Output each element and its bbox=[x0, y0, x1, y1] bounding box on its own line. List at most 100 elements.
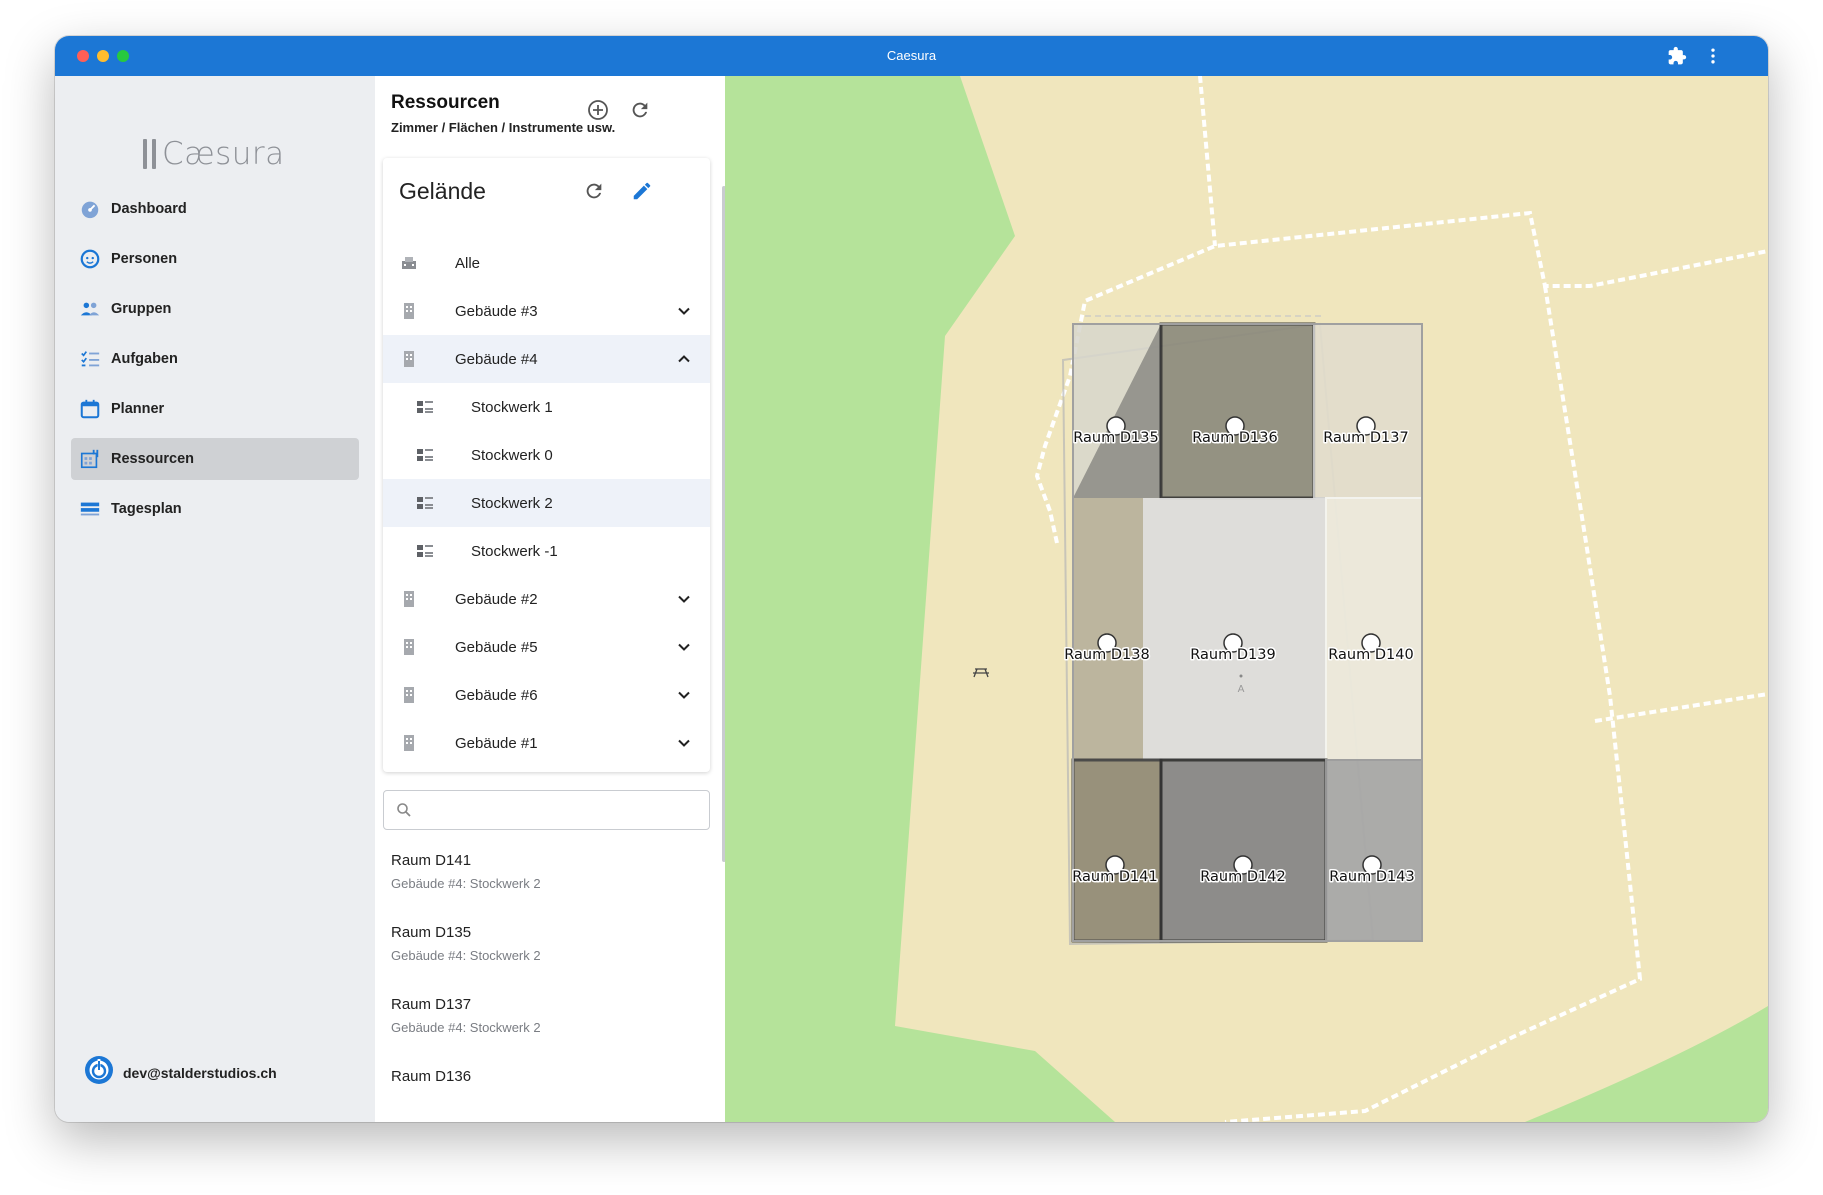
card-title: Gelände bbox=[399, 178, 486, 204]
app-logo: Cæsura bbox=[143, 134, 285, 174]
building-icon bbox=[399, 733, 419, 753]
floor-icon bbox=[415, 541, 435, 561]
tree-item-label: Gebäude #3 bbox=[455, 302, 538, 320]
card-refresh-button[interactable] bbox=[581, 178, 607, 204]
sidebar-item-aufgaben[interactable]: Aufgaben bbox=[71, 338, 359, 380]
sidebar-nav: Dashboard Personen Gruppen Aufgaben Plan… bbox=[71, 188, 359, 538]
tree-item-stockwerk-0[interactable]: Stockwerk 0 bbox=[383, 431, 710, 479]
room-label-d137: Raum D137 bbox=[1323, 430, 1408, 446]
chevron-down-icon[interactable] bbox=[674, 733, 694, 753]
sidebar-item-personen[interactable]: Personen bbox=[71, 238, 359, 280]
more-vert-icon[interactable] bbox=[1703, 46, 1723, 66]
tree-item-label: Alle bbox=[455, 254, 481, 272]
room-label-d143: Raum D143 bbox=[1329, 869, 1414, 885]
list-item-subtitle: Gebäude #4: Stockwerk 2 bbox=[391, 876, 541, 891]
person-icon bbox=[79, 248, 101, 270]
sidebar-item-gruppen[interactable]: Gruppen bbox=[71, 288, 359, 330]
site-card: Gelände Alle Gebäude #3 Gebäude #4 Stock… bbox=[383, 158, 710, 772]
building-icon bbox=[399, 637, 419, 657]
room-label-d139: Raum D139 bbox=[1190, 647, 1275, 663]
sidebar-item-label: Gruppen bbox=[111, 301, 172, 317]
chevron-up-icon[interactable] bbox=[674, 349, 694, 369]
search-field[interactable] bbox=[383, 790, 710, 830]
chevron-down-icon[interactable] bbox=[674, 301, 694, 321]
tree-item-alle[interactable]: Alle bbox=[383, 239, 710, 287]
chevron-down-icon[interactable] bbox=[674, 637, 694, 657]
sidebar-item-label: Tagesplan bbox=[111, 501, 182, 517]
dashboard-icon bbox=[79, 198, 101, 220]
tree-item-stockwerk-2[interactable]: Stockwerk 2 bbox=[383, 479, 710, 527]
tree-item-label: Stockwerk 1 bbox=[471, 398, 553, 416]
list-item-subtitle: Gebäude #4: Stockwerk 2 bbox=[391, 948, 541, 963]
building-icon bbox=[399, 301, 419, 321]
resource-list: Raum D141 Gebäude #4: Stockwerk 2 Raum D… bbox=[391, 852, 711, 1122]
sidebar-item-ressourcen[interactable]: Ressourcen bbox=[71, 438, 359, 480]
building-icon bbox=[399, 349, 419, 369]
sidebar: Cæsura Dashboard Personen Gruppen Aufgab… bbox=[55, 76, 375, 1122]
tasks-icon bbox=[79, 348, 101, 370]
tree-item-label: Stockwerk 2 bbox=[471, 494, 553, 512]
room-label-d140: Raum D140 bbox=[1328, 647, 1413, 663]
tree-item-stockwerk-minus-1[interactable]: Stockwerk -1 bbox=[383, 527, 710, 575]
tree-item-label: Stockwerk -1 bbox=[471, 542, 558, 560]
calendar-icon bbox=[79, 398, 101, 420]
edit-button[interactable] bbox=[629, 178, 655, 204]
page-subtitle: Zimmer / Flächen / Instrumente usw. bbox=[391, 120, 616, 135]
list-item[interactable]: Raum D135 Gebäude #4: Stockwerk 2 bbox=[391, 924, 711, 996]
sidebar-item-label: Ressourcen bbox=[111, 451, 195, 467]
map-canvas[interactable]: Raum D135 Raum D136 Raum D137 Raum D138 … bbox=[725, 76, 1768, 1122]
campus-icon bbox=[399, 253, 419, 273]
tree-item-stockwerk-1[interactable]: Stockwerk 1 bbox=[383, 383, 710, 431]
tree-item-gebaeude-4[interactable]: Gebäude #4 bbox=[383, 335, 710, 383]
user-account[interactable]: dev@stalderstudios.ch bbox=[83, 1054, 277, 1091]
floor-map[interactable]: Raum D135 Raum D136 Raum D137 Raum D138 … bbox=[725, 76, 1768, 1122]
sidebar-item-tagesplan[interactable]: Tagesplan bbox=[71, 488, 359, 530]
tree-item-label: Gebäude #1 bbox=[455, 734, 538, 752]
title-bar: Caesura bbox=[55, 36, 1768, 76]
list-item[interactable]: Raum D137 Gebäude #4: Stockwerk 2 bbox=[391, 996, 711, 1068]
tree-item-label: Stockwerk 0 bbox=[471, 446, 553, 464]
list-item-title: Raum D137 bbox=[391, 996, 472, 1013]
tree-item-gebaeude-6[interactable]: Gebäude #6 bbox=[383, 671, 710, 719]
resources-panel: Ressourcen Zimmer / Flächen / Instrument… bbox=[375, 76, 725, 1122]
map-marker-label: A bbox=[1238, 684, 1245, 695]
sidebar-item-label: Dashboard bbox=[111, 201, 187, 217]
list-item[interactable]: Raum D141 Gebäude #4: Stockwerk 2 bbox=[391, 852, 711, 924]
chevron-down-icon[interactable] bbox=[674, 685, 694, 705]
app-window: Caesura Cæsura Dashboard Personen Gruppe… bbox=[55, 36, 1768, 1122]
list-item-title: Raum D136 bbox=[391, 1068, 472, 1085]
resources-icon bbox=[79, 448, 101, 470]
tree-item-gebaeude-1[interactable]: Gebäude #1 bbox=[383, 719, 710, 767]
building-icon bbox=[399, 685, 419, 705]
power-icon[interactable] bbox=[83, 1054, 115, 1091]
search-icon bbox=[396, 802, 412, 818]
tree-item-label: Gebäude #2 bbox=[455, 590, 538, 608]
add-resource-button[interactable] bbox=[585, 97, 611, 123]
group-icon bbox=[79, 298, 101, 320]
edit-icon bbox=[633, 182, 651, 200]
floor-icon bbox=[415, 445, 435, 465]
tree-item-gebaeude-2[interactable]: Gebäude #2 bbox=[383, 575, 710, 623]
tree-item-label: Gebäude #4 bbox=[455, 350, 538, 368]
page-title: Ressourcen bbox=[391, 92, 500, 113]
search-input[interactable] bbox=[418, 797, 702, 823]
refresh-icon bbox=[632, 102, 648, 118]
list-item-title: Raum D135 bbox=[391, 924, 472, 941]
room-label-d136: Raum D136 bbox=[1192, 430, 1277, 446]
refresh-button[interactable] bbox=[627, 97, 653, 123]
tree-item-gebaeude-3[interactable]: Gebäude #3 bbox=[383, 287, 710, 335]
sidebar-item-dashboard[interactable]: Dashboard bbox=[71, 188, 359, 230]
list-item-subtitle: Gebäude #4: Stockwerk 2 bbox=[391, 1020, 541, 1035]
rooms-layer bbox=[1061, 315, 1423, 946]
window-title: Caesura bbox=[886, 48, 937, 63]
sidebar-item-label: Planner bbox=[111, 401, 165, 417]
floor-icon bbox=[415, 493, 435, 513]
chevron-down-icon[interactable] bbox=[674, 589, 694, 609]
sidebar-item-planner[interactable]: Planner bbox=[71, 388, 359, 430]
site-tree: Alle Gebäude #3 Gebäude #4 Stockwerk 1 S… bbox=[383, 239, 710, 767]
building-icon bbox=[399, 589, 419, 609]
puzzle-icon[interactable] bbox=[1667, 46, 1687, 66]
tree-item-gebaeude-5[interactable]: Gebäude #5 bbox=[383, 623, 710, 671]
room-label-d135: Raum D135 bbox=[1073, 430, 1158, 446]
list-item[interactable]: Raum D136 bbox=[391, 1068, 711, 1122]
